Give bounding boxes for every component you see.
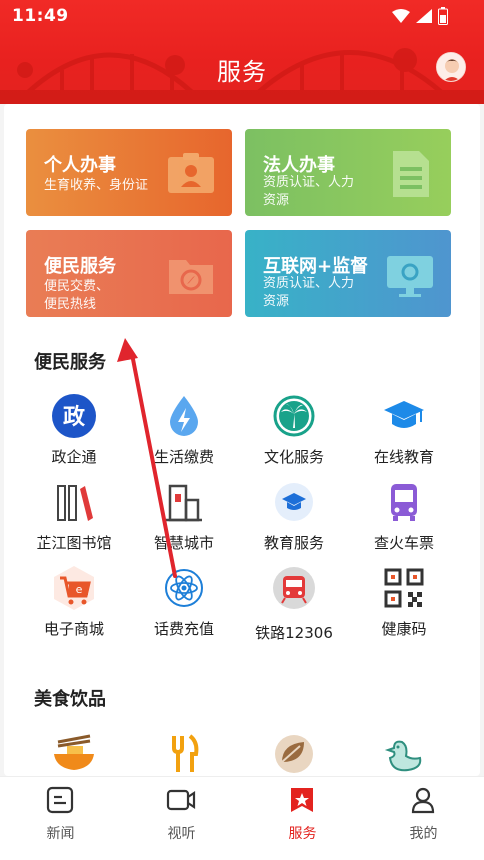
service-item-railway-12306[interactable]: 铁路12306 (239, 566, 349, 646)
card-subtitle-line: 资源 (263, 294, 290, 309)
service-item-zhengqitong[interactable]: 政 政企通 (19, 394, 129, 474)
monitor-icon (387, 256, 433, 297)
main-content: 个人办事 生育收养、身份证 法人办事 资质认证、人力 资源 便民服务 便民交费、… (4, 104, 480, 776)
food-item-noodles[interactable] (19, 732, 129, 776)
shopping-cart-icon: e (54, 566, 94, 610)
service-item-culture[interactable]: 文化服务 (239, 394, 349, 474)
noodle-bowl-icon (54, 734, 94, 770)
service-label: 健康码 (381, 620, 427, 638)
section-title-food: 美食饮品 (34, 689, 106, 710)
food-item-tea[interactable] (239, 732, 349, 776)
food-item-restaurant[interactable] (129, 732, 239, 776)
card-subtitle-line: 便民热线 (44, 297, 97, 312)
status-icons (392, 7, 448, 25)
svg-text:e: e (76, 583, 83, 596)
profile-icon (411, 787, 435, 814)
service-label: 生活缴费 (153, 448, 214, 466)
service-label: 教育服务 (263, 534, 324, 552)
svg-text:政: 政 (63, 404, 86, 430)
food-item-duck[interactable] (349, 732, 459, 776)
nav-tab-video[interactable]: 视听 (121, 777, 242, 860)
card-title: 个人办事 (44, 155, 116, 176)
card-subtitle: 资质认证、人力 资源 (263, 174, 354, 210)
service-item-education[interactable]: 教育服务 (239, 480, 349, 560)
service-label: 芷江图书馆 (36, 534, 112, 552)
card-personal-affairs[interactable]: 个人办事 生育收养、身份证 (26, 129, 232, 216)
tea-leaf-icon (275, 735, 313, 773)
page-title: 服务 (217, 58, 267, 86)
card-legal-affairs[interactable]: 法人办事 资质认证、人力 资源 (245, 129, 451, 216)
card-title: 便民服务 (44, 256, 116, 277)
signal-icon (416, 9, 432, 23)
water-drop-bolt-icon (170, 396, 198, 436)
battery-icon (438, 7, 448, 25)
books-icon (57, 485, 93, 521)
nav-tab-news[interactable]: 新闻 (0, 777, 121, 860)
card-subtitle: 便民交费、 便民热线 (44, 278, 109, 314)
building-icon (166, 484, 202, 522)
atom-icon (165, 569, 203, 607)
status-bar: 11:49 (0, 0, 484, 32)
bottom-navigation: 新闻 视听 服务 我的 (0, 776, 484, 860)
section-title-convenience: 便民服务 (34, 352, 106, 373)
wifi-icon (392, 9, 410, 23)
nav-label: 我的 (409, 826, 438, 842)
news-icon (46, 786, 74, 814)
duck-icon (384, 740, 422, 772)
service-item-health-code[interactable]: 健康码 (349, 566, 459, 646)
document-icon (393, 151, 429, 197)
service-item-train-tickets[interactable]: 查火车票 (349, 480, 459, 560)
qr-code-icon (384, 568, 424, 608)
service-item-phone-recharge[interactable]: 话费充值 (129, 566, 239, 646)
service-label: 政企通 (51, 448, 97, 466)
service-item-online-education[interactable]: 在线教育 (349, 394, 459, 474)
service-label: 话费充值 (153, 620, 214, 638)
education-cap-circle-icon (275, 483, 313, 521)
video-camera-icon (166, 789, 196, 811)
train-icon (273, 567, 315, 609)
status-time: 11:49 (12, 6, 69, 26)
gov-badge-icon: 政 (52, 394, 96, 438)
card-subtitle-line: 资质认证、人力 (263, 175, 355, 190)
service-label: 查火车票 (373, 534, 434, 552)
nav-label: 服务 (288, 826, 317, 842)
card-subtitle-line: 资质认证、人力 (263, 276, 355, 291)
nav-tab-profile[interactable]: 我的 (363, 777, 484, 860)
palm-tree-icon (273, 395, 315, 437)
service-label: 电子商城 (43, 620, 104, 638)
fork-knife-icon (172, 734, 199, 772)
service-item-library[interactable]: 芷江图书馆 (19, 480, 129, 560)
service-item-e-mall[interactable]: e 电子商城 (19, 566, 129, 646)
folder-compass-icon (169, 260, 213, 294)
nav-label: 新闻 (46, 826, 75, 842)
app-header: 11:49 服务 (0, 0, 484, 104)
card-subtitle-line: 便民交费、 (44, 279, 110, 294)
card-internet-supervision[interactable]: 互联网+监督 资质认证、人力 资源 (245, 230, 451, 317)
service-item-smart-city[interactable]: 智慧城市 (129, 480, 239, 560)
id-card-icon (168, 153, 214, 193)
service-label: 文化服务 (263, 448, 324, 466)
service-label: 在线教育 (373, 448, 434, 466)
service-label: 铁路12306 (255, 624, 333, 642)
card-subtitle: 生育收养、身份证 (44, 178, 149, 193)
card-subtitle: 资质认证、人力 资源 (263, 275, 354, 311)
nav-tab-service[interactable]: 服务 (242, 777, 363, 860)
card-convenience-services[interactable]: 便民服务 便民交费、 便民热线 (26, 230, 232, 317)
service-star-icon (291, 788, 313, 812)
graduation-cap-icon (384, 401, 424, 428)
service-label: 智慧城市 (153, 534, 214, 552)
card-subtitle-line: 资源 (263, 193, 290, 208)
service-item-life-payment[interactable]: 生活缴费 (129, 394, 239, 474)
avatar[interactable] (436, 52, 466, 82)
nav-label: 视听 (167, 826, 196, 842)
bus-icon (391, 484, 417, 521)
